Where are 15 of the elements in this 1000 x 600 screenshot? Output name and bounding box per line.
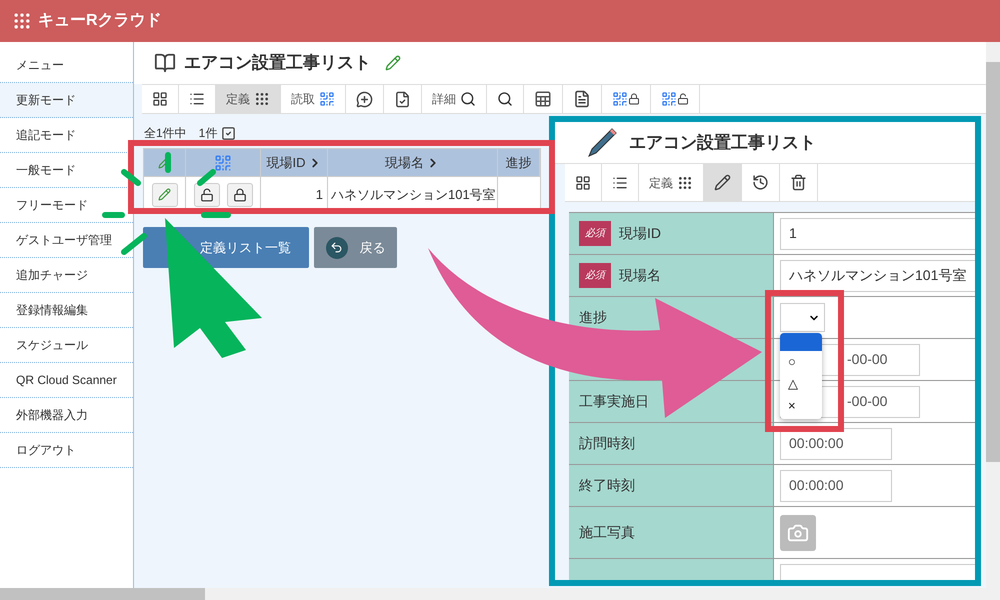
field-label: 工事実施日: [579, 392, 649, 411]
record-count: 全1件中 1件: [144, 125, 218, 142]
field-label: 進捗: [579, 308, 607, 327]
field-label: 現場名: [619, 266, 661, 285]
page-title: エアコン設置工事リスト: [184, 52, 371, 74]
field-label: 訪問時刻: [579, 434, 635, 453]
field-label: 終了時刻: [579, 476, 635, 495]
required-badge: 必須: [579, 263, 611, 288]
table-cell: ハネソルマンション101号室: [328, 177, 498, 212]
panel-title: エアコン設置工事リスト: [629, 132, 816, 154]
field-label: 施工写真: [579, 523, 635, 542]
required-badge: 必須: [579, 221, 611, 246]
app-title: キューRクラウド: [38, 11, 162, 31]
field-label: 現場ID: [619, 224, 661, 243]
table-cell: 1: [261, 177, 328, 212]
